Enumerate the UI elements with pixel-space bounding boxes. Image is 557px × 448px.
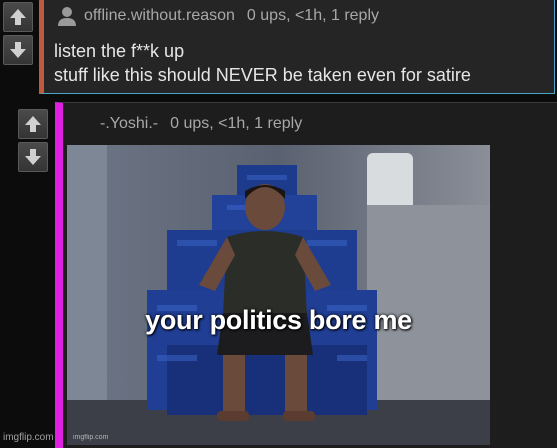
comment-2-meta: -.Yoshi.- 0 ups, <1h, 1 reply [100,115,302,133]
upvote-button[interactable] [18,109,48,139]
username-link[interactable]: -.Yoshi.- [100,115,158,132]
comment-1-votes [3,2,33,65]
upvote-button[interactable] [3,2,33,32]
comment-stats: 0 ups, <1h, 1 reply [170,115,303,132]
comment-2-votes [18,109,48,172]
down-arrow-icon [10,42,26,58]
comment-1-meta: offline.without.reason 0 ups, <1h, 1 repl… [84,7,379,25]
comment-1-line-2: stuff like this should NEVER be taken ev… [54,65,471,85]
user-icon [58,7,76,26]
down-arrow-icon [25,149,41,165]
meme-image[interactable]: your politics bore me imgflip.com [67,145,490,445]
meme-caption: your politics bore me [145,305,412,335]
imgflip-watermark: imgflip.com [3,432,54,443]
up-arrow-icon [25,116,41,132]
username-link[interactable]: offline.without.reason [84,7,235,24]
comment-stats: 0 ups, <1h, 1 reply [246,7,380,24]
meme-photo [67,145,490,445]
up-arrow-icon [10,9,26,25]
downvote-button[interactable] [3,35,33,65]
downvote-button[interactable] [18,142,48,172]
meme-watermark: imgflip.com [73,434,109,441]
comment-1-line-1: listen the f**k up [54,41,185,61]
